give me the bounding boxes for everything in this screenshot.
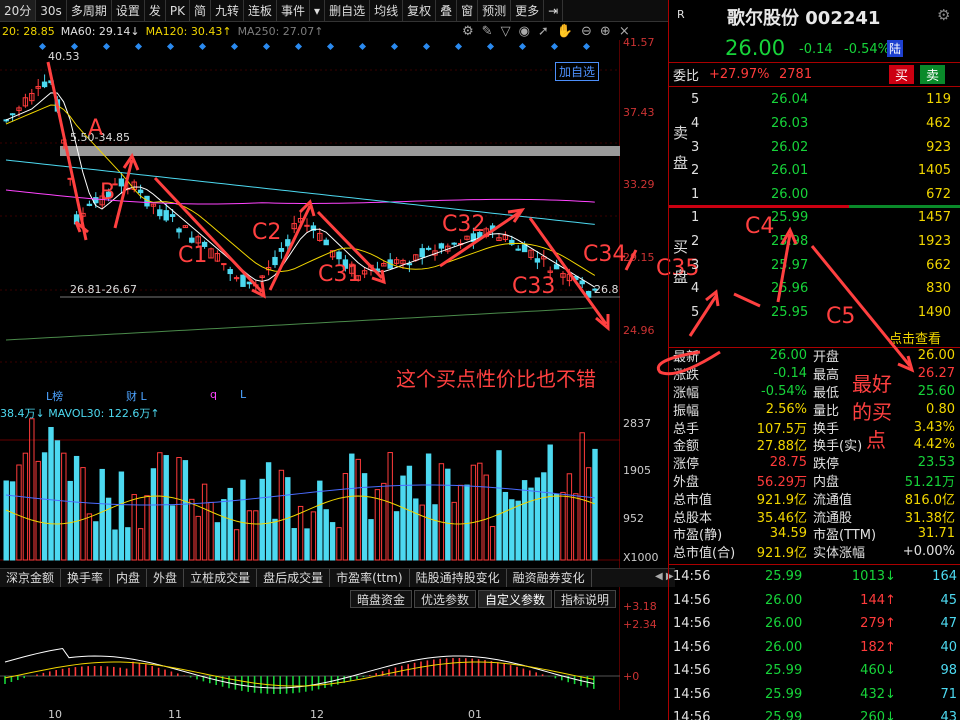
annot-arrow [624,249,638,271]
annot-arrow [46,61,88,241]
annot-arrow [316,210,384,280]
annot-arrow [776,233,792,303]
annot-arrow [528,217,608,325]
annot-arrow [733,292,761,308]
annot-arrow [439,210,521,268]
annot-circle [656,350,721,376]
annot-arrow [113,159,134,229]
annot-arrow [268,205,312,291]
annot-arrow [688,295,718,337]
annotation-overlay [46,61,915,376]
annot-arrow [153,176,264,294]
annot-arrow [810,245,912,367]
